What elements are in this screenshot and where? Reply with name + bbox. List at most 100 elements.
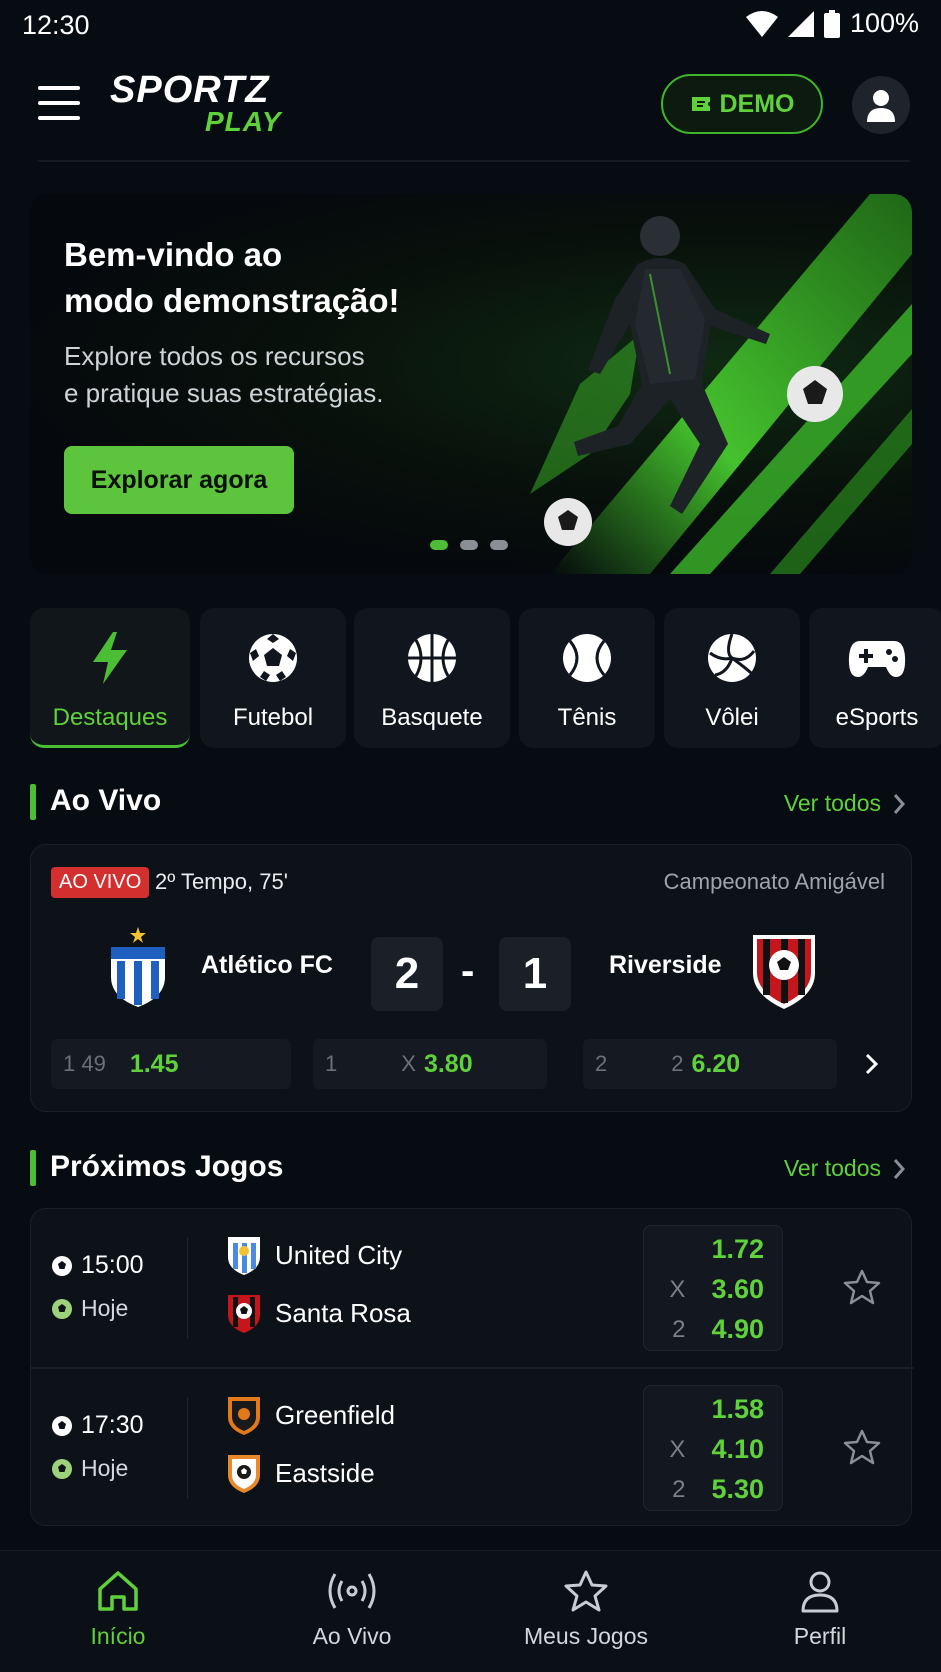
category-esports[interactable]: eSports (809, 608, 941, 748)
odd-value[interactable]: 1.72 (711, 1234, 764, 1265)
odd-value[interactable]: 4.90 (711, 1314, 764, 1345)
signal-icon (787, 10, 814, 37)
match-day-label: Hoje (81, 1455, 129, 1481)
odd-value[interactable]: 4.10 (711, 1434, 764, 1465)
broadcast-icon (328, 1573, 376, 1609)
live-see-all-link[interactable]: Ver todos (784, 790, 905, 817)
header-divider (38, 160, 910, 162)
divider (187, 1397, 188, 1499)
carousel-dot-3[interactable] (490, 540, 508, 550)
match-time: 17:30 (51, 1411, 144, 1440)
avatar[interactable] (852, 76, 910, 134)
star-favorite-icon[interactable] (843, 1429, 881, 1465)
nav-label: Ao Vivo (312, 1623, 392, 1649)
match-day: Hoje (51, 1455, 128, 1482)
carousel-dot-1[interactable] (430, 540, 448, 550)
odd-value[interactable]: 5.30 (711, 1474, 764, 1505)
away-score: 1 (499, 937, 571, 1011)
category-label: eSports (835, 704, 919, 731)
banner-subtitle: Explore todos os recursos e pratique sua… (64, 338, 383, 412)
competition-name: Campeonato Amigável (663, 869, 885, 894)
battery-icon (823, 9, 840, 38)
soccer-ball-icon (249, 634, 297, 682)
odds-box[interactable]: 1.72 X 3.60 2 4.90 (643, 1225, 783, 1351)
team-name: Eastside (275, 1457, 375, 1488)
banner-title-line1: Bem-vindo ao (64, 236, 283, 273)
user-icon (801, 1571, 839, 1613)
category-basquete[interactable]: Basquete (354, 608, 510, 748)
user-icon (867, 90, 895, 122)
match-day: Hoje (51, 1295, 128, 1322)
odd-key: X (669, 1435, 686, 1463)
promo-banner[interactable]: Bem-vindo ao modo demonstração! Explore … (30, 194, 912, 574)
wifi-icon (745, 10, 778, 37)
nav-meus-jogos[interactable]: Meus Jogos (486, 1569, 686, 1650)
team-crest-icon (228, 1455, 260, 1493)
nav-label: Meus Jogos (523, 1623, 648, 1649)
battery-percent: 100% (849, 8, 919, 38)
upcoming-match-row[interactable]: 15:00 Hoje United City Santa Rosa 1.72 X… (31, 1209, 913, 1367)
nav-inicio[interactable]: Início (18, 1569, 218, 1650)
team-crest-icon (228, 1237, 260, 1275)
banner-subtitle-line1: Explore todos os recursos (64, 341, 365, 371)
logo-text-top: SPORTZ (110, 69, 270, 111)
category-destaques[interactable]: Destaques (30, 608, 190, 748)
volleyball-icon (708, 633, 756, 682)
demo-label: DEMO (719, 89, 795, 118)
odd-value: 1.45 (129, 1049, 179, 1078)
banner-title-line2: modo demonstração! (64, 282, 400, 319)
away-team-name: Riverside (609, 951, 722, 979)
odd-value[interactable]: 1.58 (711, 1394, 764, 1425)
odds-box[interactable]: 1.58 X 4.10 2 5.30 (643, 1385, 783, 1511)
see-all-label: Ver todos (783, 790, 881, 816)
odd-value: 3.80 (423, 1049, 473, 1078)
odd-key: 1 49 (63, 1051, 106, 1076)
odd-value[interactable]: 3.60 (711, 1274, 764, 1305)
tennis-ball-icon (563, 634, 611, 682)
live-match-card[interactable]: AO VIVO 2º Tempo, 75' Campeonato Amigáve… (30, 844, 912, 1112)
away-team: Santa Rosa (227, 1293, 411, 1333)
soccer-player-illustration (530, 194, 912, 574)
away-team: Eastside (227, 1453, 375, 1493)
odd-key-secondary: 2 (671, 1051, 684, 1076)
team-crest-icon (228, 1397, 260, 1435)
odd-home[interactable]: 1 49 1.45 (51, 1039, 291, 1089)
nav-ao-vivo[interactable]: Ao Vivo (252, 1569, 452, 1650)
team-crest-icon (228, 1295, 260, 1333)
soccer-ball-green-icon (52, 1298, 72, 1319)
category-futebol[interactable]: Futebol (200, 608, 346, 748)
star-favorite-icon[interactable] (843, 1269, 881, 1305)
nav-perfil[interactable]: Perfil (720, 1569, 920, 1650)
chevron-right-icon (893, 793, 905, 814)
soccer-ball-icon (52, 1415, 72, 1436)
odd-draw[interactable]: 1 X 3.80 (313, 1039, 547, 1089)
banner-title: Bem-vindo ao modo demonstração! (64, 232, 400, 324)
upcoming-see-all-link[interactable]: Ver todos (784, 1155, 905, 1182)
chevron-right-icon[interactable] (865, 1053, 879, 1075)
live-section-title: Ao Vivo (50, 784, 162, 817)
odd-key: 2 (672, 1475, 686, 1503)
divider (187, 1237, 188, 1339)
category-tenis[interactable]: Tênis (519, 608, 655, 748)
home-team: United City (227, 1235, 402, 1275)
hamburger-menu-icon[interactable] (38, 86, 80, 120)
upcoming-matches-card: 15:00 Hoje United City Santa Rosa 1.72 X… (30, 1208, 913, 1527)
category-volei[interactable]: Vôlei (664, 608, 800, 748)
logo-text-bottom: PLAY (205, 106, 282, 137)
odd-key: X (669, 1275, 686, 1303)
match-time-label: 17:30 (81, 1411, 144, 1439)
gamepad-icon (848, 641, 906, 677)
home-team: Greenfield (227, 1395, 395, 1435)
team-name: Santa Rosa (275, 1297, 411, 1328)
app-logo: SPORTZ PLAY (110, 70, 310, 140)
carousel-dot-2[interactable] (460, 540, 478, 550)
odd-key-secondary: X (401, 1051, 416, 1076)
category-label: Vôlei (705, 704, 759, 731)
explore-now-button[interactable]: Explorar agora (64, 446, 294, 514)
home-team-crest-icon (111, 927, 165, 1007)
ticket-icon (691, 97, 710, 111)
upcoming-match-row[interactable]: 17:30 Hoje Greenfield Eastside 1.58 X 4.1… (31, 1369, 913, 1527)
soccer-ball-green-icon (52, 1458, 72, 1479)
odd-away[interactable]: 2 2 6.20 (583, 1039, 837, 1089)
demo-button[interactable]: DEMO (661, 74, 823, 134)
